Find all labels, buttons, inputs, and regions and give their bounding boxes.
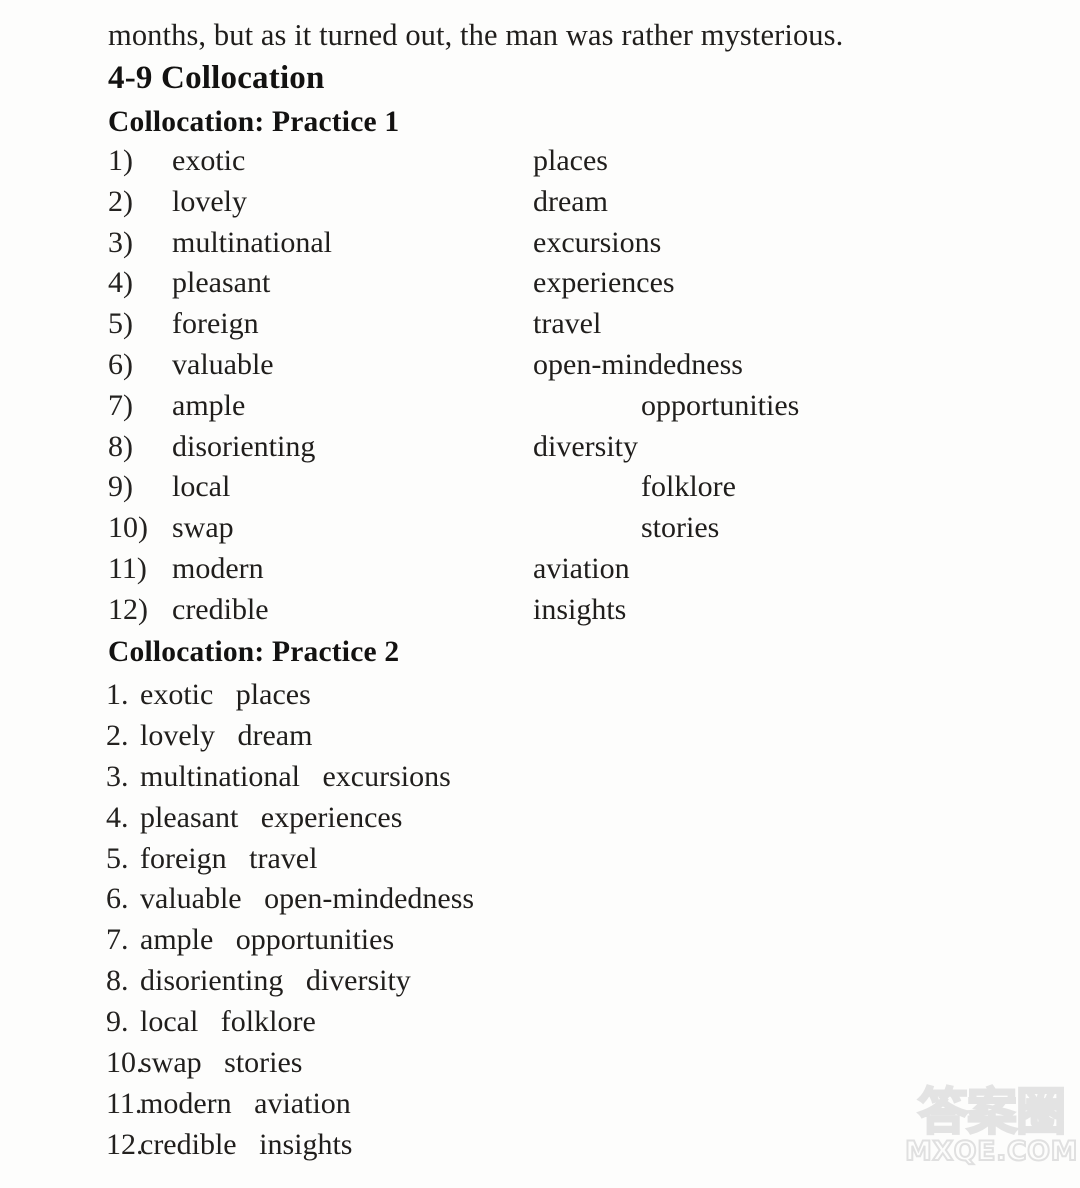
collocation-noun: dream: [533, 184, 608, 218]
practice-1-row: 4) pleasant experiences: [0, 268, 1080, 309]
list-item-number: 3): [108, 225, 133, 259]
practice-1-row: 11) modern aviation: [0, 551, 1080, 595]
practice-1-row: 2) lovely dream: [0, 184, 1080, 228]
practice-1-row: 3) multinational excursions: [0, 225, 1080, 269]
collocation-pair: multinational excursions: [140, 759, 451, 793]
list-item-number: 12): [108, 592, 148, 626]
list-item-number: 9.: [106, 1005, 129, 1039]
practice-2-list: 1. exotic places 2. lovely dream 3. multinati…: [0, 680, 1080, 1171]
collocation-adjective: valuable: [172, 347, 274, 381]
collocation-pair: disorienting diversity: [140, 964, 411, 998]
collocation-pair: exotic places: [140, 678, 311, 711]
list-item-number: 6.: [106, 882, 129, 916]
practice-2-row: 1. exotic places: [0, 680, 1080, 721]
list-item-number: 4.: [106, 800, 129, 834]
collocation-adjective: exotic: [172, 144, 246, 177]
list-item-number: 11.: [106, 1086, 143, 1120]
list-item-number: 11): [108, 551, 147, 585]
collocation-adjective: multinational: [172, 225, 332, 259]
collocation-pair: lovely dream: [140, 718, 313, 752]
collocation-adjective: credible: [172, 592, 269, 626]
list-item-number: 1): [108, 144, 133, 177]
collocation-adjective: ample: [172, 388, 246, 422]
practice-2-row: 12. credible insights: [0, 1127, 1080, 1171]
collocation-adjective: modern: [172, 551, 264, 585]
collocation-pair: pleasant experiences: [140, 800, 403, 834]
practice-1-row: 10) swap stories: [0, 513, 1080, 554]
list-item-number: 6): [108, 347, 133, 381]
practice-1-row: 1) exotic places: [0, 146, 1080, 187]
practice-2-row: 2. lovely dream: [0, 718, 1080, 762]
collocation-noun: open-mindedness: [533, 347, 743, 381]
collocation-noun: experiences: [533, 266, 675, 300]
collocation-pair: credible insights: [140, 1127, 353, 1161]
list-item-number: 5): [108, 307, 133, 341]
list-item-number: 2.: [106, 718, 129, 752]
practice-2-heading: Collocation: Practice 2: [108, 636, 400, 668]
list-item-number: 9): [108, 470, 133, 504]
practice-1-row: 7) ample opportunities: [0, 388, 1080, 432]
collocation-noun: aviation: [533, 551, 630, 585]
collocation-adjective: swap: [172, 511, 234, 545]
document-page: months, but as it turned out, the man wa…: [0, 0, 1080, 1188]
list-item-number: 3.: [106, 759, 129, 793]
collocation-pair: foreign travel: [140, 841, 318, 875]
practice-2-row: 9. local folklore: [0, 1007, 1080, 1048]
section-heading: 4-9 Collocation: [108, 60, 325, 96]
practice-2-row: 11. modern aviation: [0, 1086, 1080, 1130]
practice-2-row: 3. multinational excursions: [0, 759, 1080, 803]
practice-1-row: 6) valuable open-mindedness: [0, 347, 1080, 391]
collocation-adjective: local: [172, 470, 231, 504]
collocation-pair: local folklore: [140, 1005, 316, 1039]
list-item-number: 12.: [106, 1127, 144, 1161]
practice-1-list: 1) exotic places 2) lovely dream 3) multination…: [0, 146, 1080, 636]
collocation-noun: diversity: [533, 429, 638, 463]
collocation-noun: stories: [641, 511, 720, 545]
collocation-pair: ample opportunities: [140, 923, 395, 957]
list-item-number: 10.: [106, 1046, 144, 1080]
collocation-adjective: lovely: [172, 184, 247, 218]
collocation-adjective: pleasant: [172, 266, 271, 300]
practice-1-heading: Collocation: Practice 1: [108, 106, 400, 138]
list-item-number: 5.: [106, 841, 129, 875]
collocation-noun: folklore: [641, 470, 736, 504]
collocation-adjective: foreign: [172, 307, 259, 341]
list-item-number: 8): [108, 429, 133, 463]
practice-1-row: 12) credible insights: [0, 592, 1080, 636]
list-item-number: 7.: [106, 923, 129, 957]
collocation-noun: travel: [533, 307, 602, 341]
practice-1-row: 8) disorienting diversity: [0, 429, 1080, 473]
collocation-adjective: disorienting: [172, 429, 316, 463]
collocation-noun: places: [533, 144, 608, 177]
list-item-number: 8.: [106, 964, 129, 998]
collocation-pair: valuable open-mindedness: [140, 882, 475, 916]
collocation-pair: modern aviation: [140, 1086, 351, 1120]
list-item-number: 2): [108, 184, 133, 218]
list-item-number: 10): [108, 511, 148, 545]
collocation-pair: swap stories: [140, 1046, 303, 1080]
practice-1-row: 9) local folklore: [0, 472, 1080, 513]
carryover-sentence: months, but as it turned out, the man wa…: [108, 18, 844, 52]
practice-1-row: 5) foreign travel: [0, 309, 1080, 350]
list-item-number: 1.: [106, 678, 129, 711]
collocation-noun: opportunities: [641, 388, 800, 422]
practice-2-row: 5. foreign travel: [0, 841, 1080, 885]
list-item-number: 7): [108, 388, 133, 422]
collocation-noun: insights: [533, 592, 627, 626]
practice-2-row: 10. swap stories: [0, 1048, 1080, 1089]
collocation-noun: excursions: [533, 225, 662, 259]
practice-2-row: 7. ample opportunities: [0, 925, 1080, 966]
practice-2-row: 8. disorienting diversity: [0, 966, 1080, 1007]
practice-2-row: 4. pleasant experiences: [0, 800, 1080, 844]
list-item-number: 4): [108, 266, 133, 300]
practice-2-row: 6. valuable open-mindedness: [0, 884, 1080, 925]
